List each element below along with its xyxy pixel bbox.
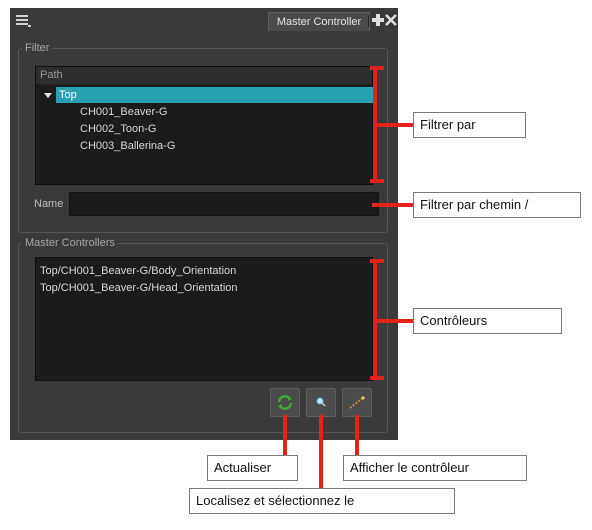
bracket-controllers-bottom [370, 376, 384, 380]
locate-select-button[interactable] [306, 388, 336, 417]
callout-show-controller: Afficher le contrôleur [343, 455, 527, 481]
locate-icon [316, 397, 326, 407]
path-column-header: Path [36, 67, 372, 85]
name-filter-input[interactable] [69, 192, 379, 216]
show-controller-icon [349, 396, 365, 409]
master-controller-panel: Master Controller Filter Path Top CH001_… [10, 8, 398, 440]
line-show-controller [355, 415, 359, 455]
callout-filter-by-path: Filtrer par chemin / [413, 192, 581, 218]
path-tree[interactable]: Path Top CH001_Beaver-G CH002_Toon-G CH0… [35, 66, 375, 185]
line-locate [319, 415, 323, 489]
callout-controllers: Contrôleurs [413, 308, 562, 334]
line-refresh [283, 415, 287, 455]
name-label: Name [34, 198, 64, 210]
tree-item-top[interactable]: Top [56, 87, 375, 103]
tree-item-ch003[interactable]: CH003_Ballerina-G [80, 138, 175, 154]
bracket-filter-bottom [370, 179, 384, 183]
line-name-filter [372, 203, 414, 207]
filter-group-label: Filter [22, 42, 53, 54]
add-icon[interactable] [371, 13, 385, 27]
show-controller-button[interactable] [342, 388, 372, 417]
master-controllers-list[interactable]: Top/CH001_Beaver-G/Body_Orientation Top/… [35, 257, 373, 381]
list-item[interactable]: Top/CH001_Beaver-G/Head_Orientation [40, 282, 238, 294]
tab-master-controller[interactable]: Master Controller [268, 12, 370, 31]
bracket-controllers-top [370, 259, 384, 263]
callout-refresh: Actualiser [207, 455, 298, 481]
tree-item-ch001[interactable]: CH001_Beaver-G [80, 104, 167, 120]
refresh-button[interactable] [270, 388, 300, 417]
bracket-filter-top [370, 66, 384, 70]
callout-filter-by: Filtrer par [413, 112, 526, 138]
line-filter [377, 123, 413, 127]
menu-icon[interactable] [16, 14, 32, 28]
refresh-icon [277, 395, 293, 410]
list-item[interactable]: Top/CH001_Beaver-G/Body_Orientation [40, 265, 236, 277]
expand-arrow-icon[interactable] [44, 93, 52, 98]
close-icon[interactable] [384, 13, 398, 27]
line-controllers [377, 319, 413, 323]
master-controllers-group-label: Master Controllers [22, 237, 118, 249]
callout-locate-select: Localisez et sélectionnez le [189, 488, 455, 514]
tree-item-ch002[interactable]: CH002_Toon-G [80, 121, 156, 137]
tab-separator [368, 15, 369, 27]
